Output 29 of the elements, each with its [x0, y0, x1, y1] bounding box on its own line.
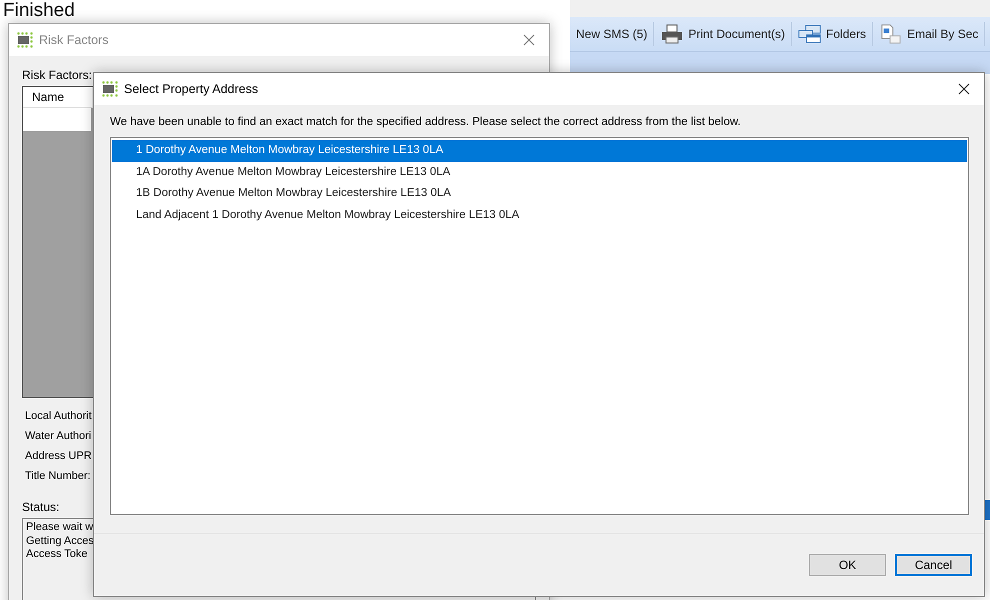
document-icon [879, 24, 904, 44]
toolbar-button[interactable]: Print Document(s) [654, 19, 792, 49]
field-label: Address UPR [25, 450, 93, 462]
toolbar-button[interactable]: Email By Sec [873, 19, 984, 49]
toolbar-button[interactable]: New SMS (5) [570, 19, 654, 49]
app-icon [17, 32, 33, 48]
cancel-button[interactable]: Cancel [895, 554, 972, 576]
app-icon [102, 81, 118, 97]
status-line: Please wait w [26, 521, 94, 534]
address-item[interactable]: Land Adjacent 1 Dorothy Avenue Melton Mowbray Leicestershire LE13 0LA [112, 204, 967, 226]
message-text: We have been unable to find an exact match for the specified address. Please select the correct address from the list below. [110, 116, 741, 128]
printer-icon [660, 24, 684, 44]
status-label: Status: [22, 500, 60, 514]
field-label: Local Authorit [25, 410, 93, 422]
toolbar-button[interactable]: Folders [792, 19, 872, 49]
address-item[interactable]: 1A Dorothy Avenue Melton Mowbray Leicestershire LE13 0LA [112, 162, 967, 183]
status-line: Access Toke [26, 548, 89, 562]
status-line: Getting Acces [26, 534, 95, 548]
page-heading: Finished [3, 0, 75, 22]
field-label: Title Number: [25, 470, 92, 482]
window-title: Risk Factors [39, 33, 110, 47]
ok-button[interactable]: OK [809, 554, 886, 576]
address-item[interactable]: 1 Dorothy Avenue Melton Mowbray Leicestershire LE13 0LA [112, 140, 967, 162]
windows-icon [798, 24, 822, 44]
close-icon[interactable] [958, 83, 970, 95]
list-label: Risk Factors: [22, 68, 94, 82]
address-item[interactable]: 1B Dorothy Avenue Melton Mowbray Leicestershire LE13 0LA [112, 183, 967, 204]
field-label: Water Authori [25, 430, 92, 442]
window-title: Select Property Address [124, 82, 260, 96]
